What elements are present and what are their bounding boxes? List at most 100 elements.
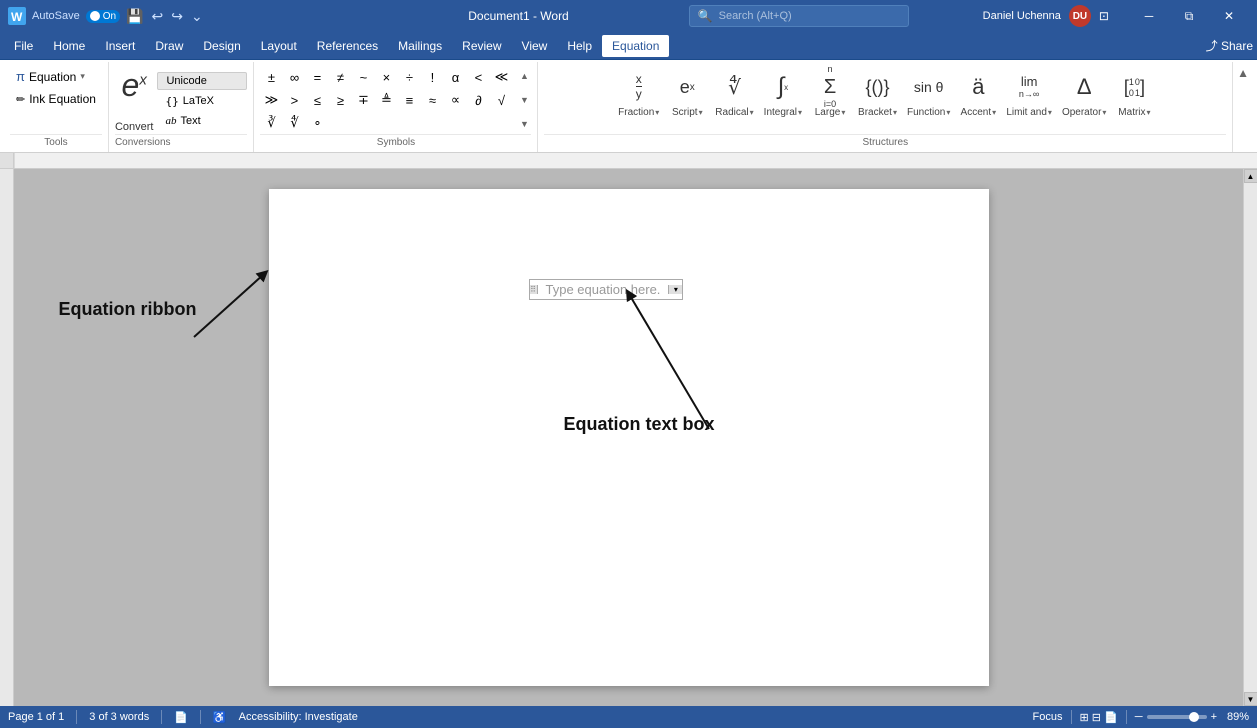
accent-button[interactable]: ä Accent ▾ [956,66,1000,121]
limit-log-button[interactable]: lim n→∞ Limit and ▾ [1002,66,1056,121]
menu-references[interactable]: References [307,35,388,57]
ink-equation-button[interactable]: ✏ Ink Equation [10,89,102,109]
convert-label[interactable]: Convert [115,121,154,133]
sym-le[interactable]: ≤ [306,89,328,111]
menu-home[interactable]: Home [43,35,95,57]
sym-empty4[interactable] [398,112,420,134]
latex-button[interactable]: {} LaTeX [157,93,247,110]
sym-4rt[interactable]: ∜ [283,112,305,134]
large-operator-dropdown[interactable]: ▾ [841,108,845,117]
save-icon[interactable]: 💾 [126,8,143,25]
zoom-slider[interactable] [1147,715,1207,719]
text-button[interactable]: ab Text [157,113,247,129]
menu-equation[interactable]: Equation [602,35,669,57]
sym-ge[interactable]: ≥ [329,89,351,111]
scroll-up-button[interactable]: ▲ [1244,169,1257,183]
focus-label[interactable]: Focus [1033,711,1063,723]
search-bar[interactable]: 🔍 [689,5,909,27]
sym-llangle[interactable]: ≪ [490,66,512,88]
fraction-button[interactable]: xy Fraction ▾ [614,66,663,121]
sym-partial[interactable]: ∂ [467,89,489,111]
sym-empty3[interactable] [375,112,397,134]
sym-scroll-down[interactable]: ▼ [517,91,531,109]
equation-dropdown-icon[interactable]: ▾ [80,71,85,82]
menu-help[interactable]: Help [557,35,602,57]
menu-draw[interactable]: Draw [145,35,193,57]
sym-mp[interactable]: ∓ [352,89,374,111]
sym-equiv[interactable]: ≡ [398,89,420,111]
integral-button[interactable]: ∫x Integral ▾ [760,66,806,121]
operator-button[interactable]: Δ Operator ▾ [1058,66,1110,121]
menu-review[interactable]: Review [452,35,511,57]
scroll-track[interactable] [1244,183,1257,692]
sym-neq[interactable]: ≠ [329,66,351,88]
search-input[interactable] [719,10,879,22]
zoom-level[interactable]: 89% [1221,711,1249,723]
accent-dropdown[interactable]: ▾ [992,108,996,117]
function-button[interactable]: sin θ Function ▾ [903,66,954,121]
operator-dropdown[interactable]: ▾ [1102,108,1106,117]
sym-cbrt[interactable]: ∛ [260,112,282,134]
sym-scroll-up[interactable]: ▲ [517,67,531,85]
menu-file[interactable]: File [4,35,43,57]
matrix-dropdown[interactable]: ▾ [1147,108,1151,117]
sym-eq[interactable]: = [306,66,328,88]
sym-empty2[interactable] [352,112,374,134]
accessibility-text[interactable]: Accessibility: Investigate [239,711,358,723]
equation-handle[interactable]: ⠿ [530,285,538,294]
sym-empty6[interactable] [444,112,466,134]
close-button[interactable]: ✕ [1209,0,1249,32]
sym-lt[interactable]: < [467,66,489,88]
radical-dropdown[interactable]: ▾ [750,108,754,117]
menu-view[interactable]: View [512,35,558,57]
script-button[interactable]: ex Script ▾ [665,66,709,121]
large-operator-button[interactable]: n Σ i=0 Large ▾ [808,66,852,121]
matrix-button[interactable]: [ 10 01 ] Matrix ▾ [1112,66,1156,121]
scroll-down-button[interactable]: ▼ [1244,692,1257,706]
unicode-button[interactable]: Unicode [157,72,247,90]
zoom-in-icon[interactable]: + [1211,711,1217,723]
restore-button[interactable]: ⧉ [1169,0,1209,32]
sym-circ[interactable]: ∘ [306,112,328,134]
scroll-area[interactable]: Equation ribbon ⠿ Type equation her [14,169,1243,706]
equation-dropdown[interactable]: ▾ [668,285,682,294]
sym-excl[interactable]: ! [421,66,443,88]
minimize-button[interactable]: ─ [1129,0,1169,32]
sym-sqrt[interactable]: √ [490,89,512,111]
sym-scroll-more[interactable]: ▼ [517,115,531,133]
equation-button[interactable]: π Equation ▾ [10,66,91,87]
menu-mailings[interactable]: Mailings [388,35,452,57]
limit-log-dropdown[interactable]: ▾ [1048,108,1052,117]
equation-box[interactable]: ⠿ Type equation here. ▾ [529,279,684,300]
menu-layout[interactable]: Layout [251,35,307,57]
integral-dropdown[interactable]: ▾ [798,108,802,117]
script-dropdown[interactable]: ▾ [699,108,703,117]
fraction-dropdown[interactable]: ▾ [655,108,659,117]
sym-pm[interactable]: ± [260,66,282,88]
equation-input[interactable]: Type equation here. [538,280,669,299]
sym-empty5[interactable] [421,112,443,134]
sym-defeq[interactable]: ≜ [375,89,397,111]
sym-div[interactable]: ÷ [398,66,420,88]
ribbon-collapse-button[interactable]: ▲ [1233,62,1253,152]
sym-gt[interactable]: > [283,89,305,111]
function-dropdown[interactable]: ▾ [946,108,950,117]
zoom-out-icon[interactable]: ─ [1135,711,1143,723]
ribbon-toggle-icon[interactable]: ⊡ [1099,9,1109,23]
redo-icon[interactable]: ↪ [171,8,183,25]
sym-rrangle[interactable]: ≫ [260,89,282,111]
bracket-button[interactable]: {()} Bracket ▾ [854,66,901,121]
menu-insert[interactable]: Insert [95,35,145,57]
sym-inf[interactable]: ∞ [283,66,305,88]
menu-design[interactable]: Design [193,35,250,57]
sym-empty7[interactable] [467,112,489,134]
sym-empty[interactable] [329,112,351,134]
radical-button[interactable]: ∜ Radical ▾ [711,66,757,121]
sym-propto[interactable]: ∝ [444,89,466,111]
undo-icon[interactable]: ↩ [151,8,163,25]
sym-empty8[interactable] [490,112,512,134]
sym-tilde[interactable]: ~ [352,66,374,88]
customize-icon[interactable]: ⌄ [191,8,203,25]
sym-times[interactable]: × [375,66,397,88]
autosave-toggle[interactable]: On [86,10,120,23]
